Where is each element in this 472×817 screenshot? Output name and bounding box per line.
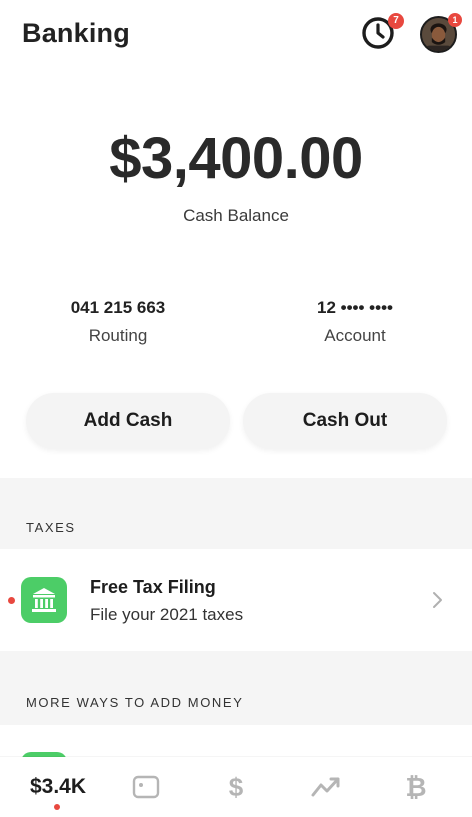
- routing-info[interactable]: 041 215 663 Routing: [28, 298, 208, 346]
- taxes-section-header: TAXES: [26, 520, 76, 535]
- bank-building-icon: [32, 588, 56, 612]
- page-title: Banking: [22, 18, 130, 48]
- chart-trend-icon: [311, 777, 340, 797]
- tax-tile: [21, 577, 67, 623]
- card-icon: [132, 775, 160, 799]
- routing-number: 041 215 663: [70, 298, 166, 317]
- active-tab-indicator: [54, 804, 60, 810]
- tax-item-subtitle: File your 2021 taxes: [90, 605, 244, 624]
- profile-badge: 1: [448, 13, 462, 27]
- free-tax-filing-row[interactable]: [0, 549, 472, 651]
- routing-label: Routing: [88, 326, 148, 345]
- chevron-right-icon: [433, 592, 442, 608]
- add-cash-button[interactable]: Add Cash: [26, 393, 230, 449]
- tab-investing[interactable]: [306, 757, 346, 817]
- cash-balance-amount: $3,400.00: [109, 126, 363, 191]
- cash-balance-label: Cash Balance: [183, 206, 289, 225]
- tab-bitcoin[interactable]: ₿: [396, 757, 436, 817]
- activity-badge: 7: [388, 13, 404, 29]
- tax-item-title: Free Tax Filing: [90, 577, 216, 597]
- unread-dot: [8, 597, 15, 604]
- tab-pay[interactable]: $: [216, 757, 256, 817]
- account-info[interactable]: 12 •••• •••• Account: [265, 298, 445, 346]
- bottom-tab-bar: $3.4K $ ₿: [0, 757, 472, 817]
- account-label: Account: [324, 326, 386, 345]
- tab-card[interactable]: [126, 757, 166, 817]
- cash-out-button[interactable]: Cash Out: [243, 393, 447, 449]
- account-number: 12 •••• ••••: [317, 298, 393, 317]
- more-ways-section-header: MORE WAYS TO ADD MONEY: [26, 695, 244, 710]
